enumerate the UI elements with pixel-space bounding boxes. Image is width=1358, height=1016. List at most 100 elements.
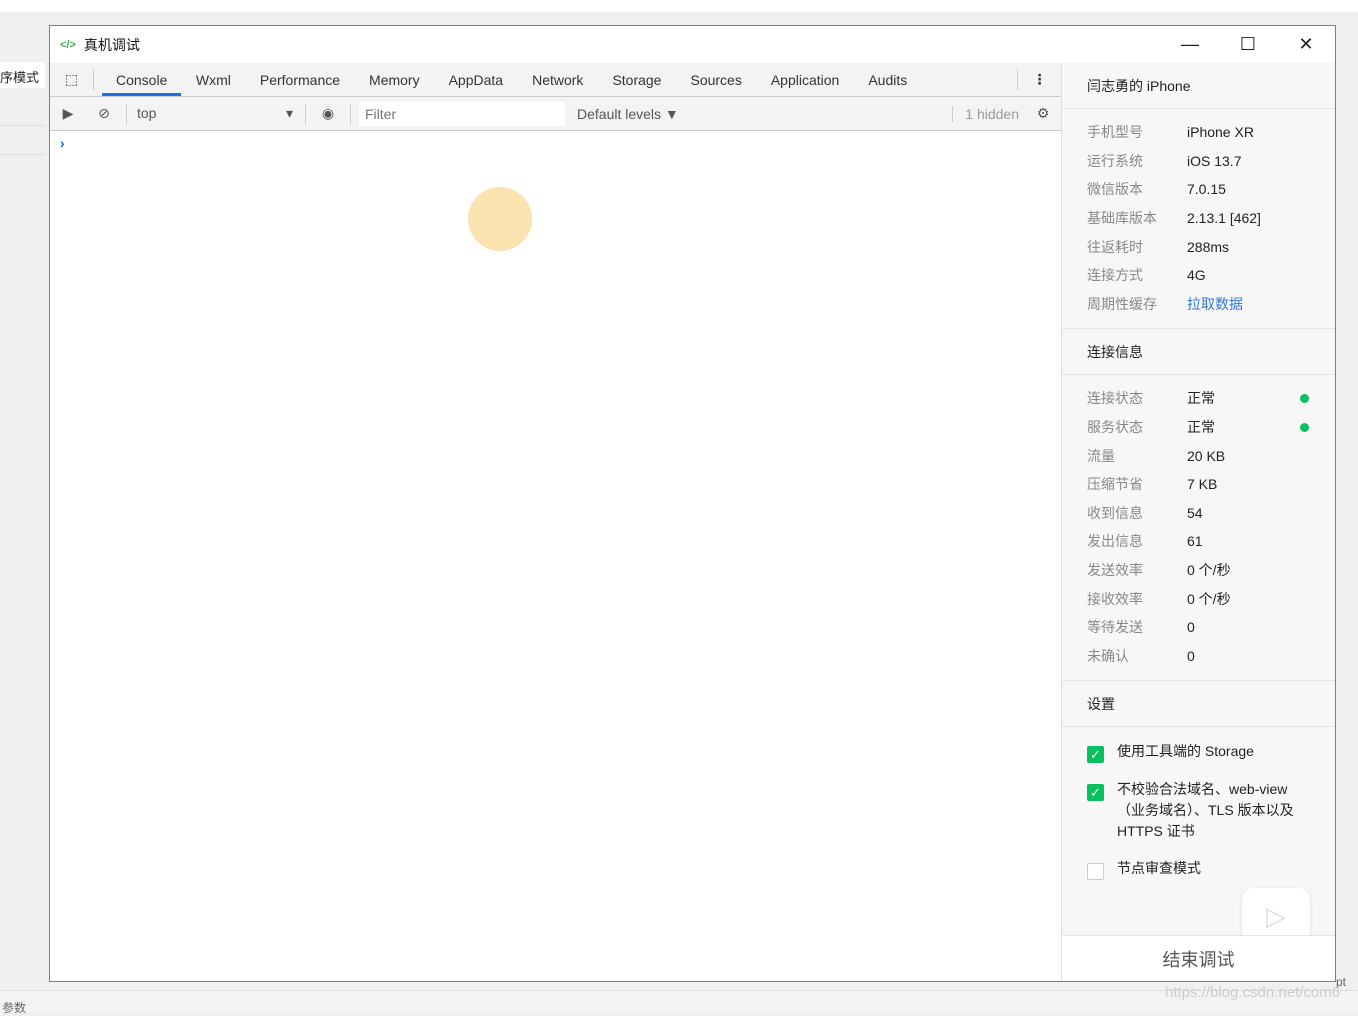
settings-list: ✓ 使用工具端的 Storage ✓ 不校验合法域名、web-view（业务域名）、T… [1062,727,1335,886]
checkbox[interactable]: ✓ [1087,784,1104,802]
info-label: 运行系统 [1087,152,1143,169]
devtools-tabs: ⬚ Console Wxml Performance Memory AppDat… [50,63,1061,97]
info-row: 等待发送 0 [1062,613,1335,642]
info-label: 收到信息 [1087,504,1143,521]
context-value: top [137,105,157,121]
tab-performance[interactable]: Performance [245,63,354,96]
tab-audits[interactable]: Audits [854,63,922,96]
info-value: 正常 [1187,419,1215,436]
info-label: 发出信息 [1087,533,1143,550]
filter-input[interactable] [359,101,565,126]
info-label: 基础库版本 [1087,210,1157,227]
setting-item[interactable]: ✓ 不校验合法域名、web-view（业务域名）、TLS 版本以及 HTTPS 证… [1062,769,1335,848]
status-ok-dot [1300,422,1309,432]
connection-title: 连接信息 [1062,329,1335,376]
window-title: 真机调试 [83,36,140,53]
info-row: 连接状态 正常 [1062,384,1335,413]
end-debug-button[interactable]: 结束调试 [1062,935,1335,981]
divider [305,103,306,124]
background-top [0,0,1358,12]
checkbox[interactable] [1087,863,1104,881]
info-value: 54 [1187,504,1203,521]
title-bar: </> 真机调试 — ☐ ✕ [50,26,1335,63]
background-statusbar: 参数 pt [0,975,1358,1015]
info-row: 发出信息 61 [1062,527,1335,556]
dropdown-arrow-icon: ▾ [285,105,293,121]
info-label: 服务状态 [1087,419,1143,436]
info-row: 往返耗时 288ms [1062,232,1335,261]
setting-item[interactable]: 节点审查模式 [1062,848,1335,886]
checkbox[interactable]: ✓ [1087,746,1104,764]
info-value: iOS 13.7 [1187,152,1242,169]
info-value: 0 [1187,647,1195,664]
watermark: https://blog.csdn.net/com6 [1165,984,1341,1001]
devtools: ⬚ Console Wxml Performance Memory AppDat… [50,63,1061,981]
background-params-label: 参数 [2,1001,27,1015]
info-label: 压缩节省 [1087,476,1143,493]
minimize-button[interactable]: — [1161,26,1219,63]
background-panel [0,125,45,155]
tab-sources[interactable]: Sources [676,63,756,96]
inspect-element-icon[interactable]: ⬚ [50,69,94,90]
info-value: 288ms [1187,238,1230,255]
info-row: 未确认 0 [1062,642,1335,671]
console-prompt[interactable]: › [50,131,1061,155]
more-menu-icon[interactable]: ⋮ [1017,69,1061,90]
status-ok-dot [1300,393,1309,403]
setting-item[interactable]: ✓ 使用工具端的 Storage [1062,731,1335,769]
pull-data-link[interactable]: 拉取数据 [1187,294,1243,314]
info-label: 未确认 [1087,647,1129,664]
hidden-count: 1 hidden [952,105,1019,122]
tab-console[interactable]: Console [102,63,182,96]
background-mode-label: 序模式 [0,62,45,88]
context-selector[interactable]: top ▾ [131,105,301,122]
info-label: 发送效率 [1087,562,1143,579]
sidebar-toggle-icon[interactable]: ▶ [50,105,86,122]
info-value: 0 [1187,619,1195,636]
info-value: 正常 [1187,390,1215,407]
tab-application[interactable]: Application [756,63,854,96]
info-label: 微信版本 [1087,181,1143,198]
info-row: 运行系统 iOS 13.7 [1062,147,1335,176]
divider [126,103,127,124]
tab-wxml[interactable]: Wxml [181,63,245,96]
tab-network[interactable]: Network [518,63,598,96]
info-label: 手机型号 [1087,124,1143,141]
divider [350,103,351,124]
tab-appdata[interactable]: AppData [434,63,517,96]
info-row: 服务状态 正常 [1062,413,1335,442]
info-row: 连接方式 4G [1062,261,1335,290]
info-value: 7.0.15 [1187,181,1226,198]
log-levels-dropdown[interactable]: Default levels ▼ [577,106,679,122]
close-button[interactable]: ✕ [1277,26,1335,63]
info-row: 手机型号 iPhone XR [1062,118,1335,147]
info-value: 2.13.1 [462] [1187,210,1261,227]
code-icon: </> [60,38,76,51]
info-value: 7 KB [1187,476,1218,493]
info-row: 压缩节省 7 KB [1062,470,1335,499]
tab-storage[interactable]: Storage [598,63,676,96]
info-value: iPhone XR [1187,124,1254,141]
info-label: 连接状态 [1087,390,1143,407]
gear-icon[interactable]: ⚙ [1025,105,1061,122]
settings-title: 设置 [1062,681,1335,728]
info-label: 周期性缓存 [1087,295,1157,312]
tab-memory[interactable]: Memory [355,63,435,96]
device-info-panel: 闫志勇的 iPhone 手机型号 iPhone XR 运行系统 iOS 13.7 微信版… [1061,63,1335,981]
info-label: 连接方式 [1087,267,1143,284]
console-toolbar: ▶ ⊘ top ▾ ◉ Default levels ▼ 1 hidden ⚙ [50,97,1061,131]
info-value: 20 KB [1187,447,1226,464]
setting-label: 节点审查模式 [1117,860,1201,877]
setting-label: 使用工具端的 Storage [1117,743,1254,760]
info-row: 收到信息 54 [1062,499,1335,528]
setting-label: 不校验合法域名、web-view（业务域名）、TLS 版本以及 HTTPS 证书 [1117,781,1294,840]
info-label: 往返耗时 [1087,238,1143,255]
info-value: 4G [1187,267,1206,284]
eye-icon[interactable]: ◉ [310,105,346,122]
cursor-highlight [468,187,532,251]
clear-console-icon[interactable]: ⊘ [86,105,122,122]
info-label: 流量 [1087,447,1115,464]
info-row: 发送效率 0 个/秒 [1062,556,1335,585]
info-label: 等待发送 [1087,619,1143,636]
maximize-button[interactable]: ☐ [1219,26,1277,63]
